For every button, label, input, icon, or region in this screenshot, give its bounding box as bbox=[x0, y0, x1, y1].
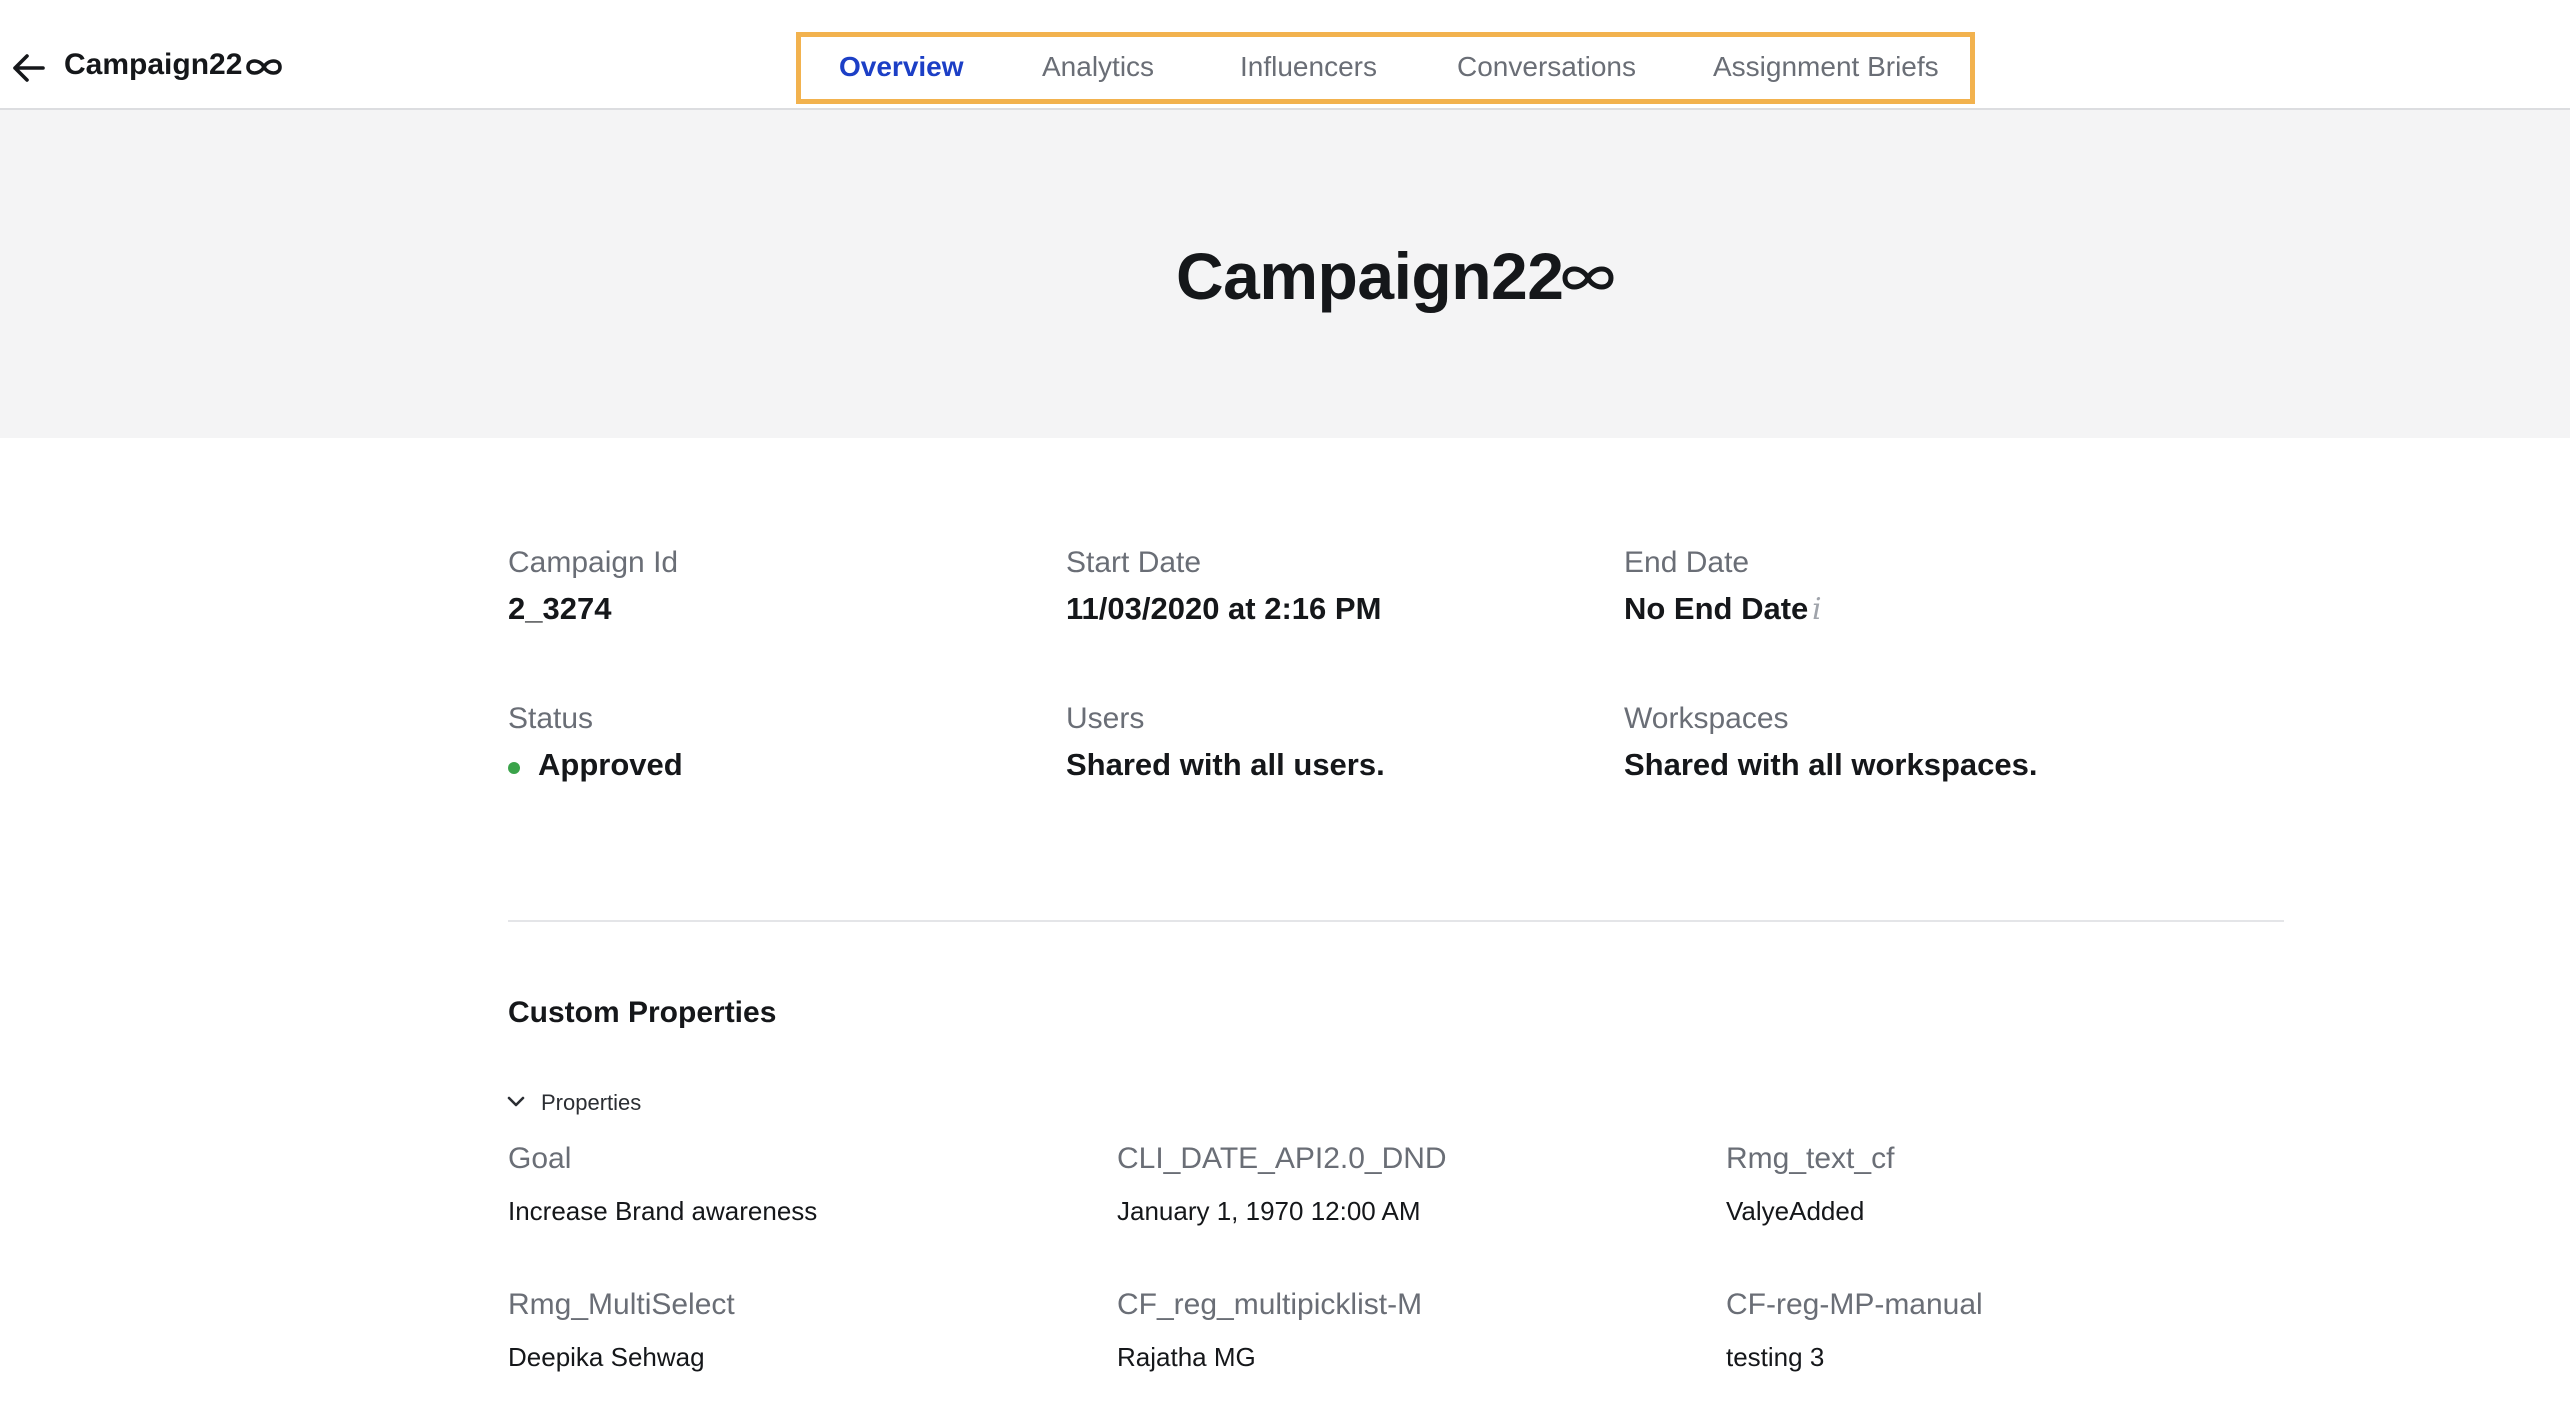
arrow-left-icon bbox=[13, 54, 45, 82]
start-date-value: 11/03/2020 at 2:16 PM bbox=[1066, 591, 1382, 626]
property-value: January 1, 1970 12:00 AM bbox=[1117, 1196, 1421, 1226]
section-divider bbox=[508, 920, 2284, 922]
end-date-label: End Date bbox=[1624, 546, 1750, 579]
property-label: CF-reg-MP-manual bbox=[1726, 1288, 1983, 1321]
properties-group-label: Properties bbox=[541, 1090, 642, 1115]
back-button[interactable] bbox=[10, 50, 46, 86]
end-date-value: No End Date bbox=[1624, 591, 1809, 626]
info-icon[interactable]: i bbox=[1812, 592, 1822, 627]
tab-overview[interactable]: Overview bbox=[839, 51, 964, 83]
property-value: Increase Brand awareness bbox=[508, 1196, 818, 1226]
hero-banner: Campaign22 bbox=[0, 110, 2570, 438]
campaign-id-value: 2_3274 bbox=[508, 591, 612, 626]
header-campaign-title: Campaign22 bbox=[64, 48, 243, 81]
tab-assignment-briefs[interactable]: Assignment Briefs bbox=[1713, 51, 1939, 83]
status-value: Approved bbox=[538, 747, 683, 782]
chevron-down-icon bbox=[507, 1096, 525, 1107]
property-value: ValyeAdded bbox=[1726, 1196, 1865, 1226]
workspaces-value: Shared with all workspaces. bbox=[1624, 747, 2038, 782]
property-label: Rmg_text_cf bbox=[1726, 1142, 1895, 1175]
campaign-id-label: Campaign Id bbox=[508, 546, 679, 579]
status-approved-dot bbox=[508, 762, 520, 774]
property-label: CLI_DATE_API2.0_DND bbox=[1117, 1142, 1447, 1175]
property-label: Rmg_MultiSelect bbox=[508, 1288, 735, 1321]
property-value: Deepika Sehwag bbox=[508, 1342, 705, 1372]
status-label: Status bbox=[508, 702, 594, 735]
custom-properties-title: Custom Properties bbox=[508, 996, 777, 1029]
property-label: CF_reg_multipicklist-M bbox=[1117, 1288, 1423, 1321]
tab-conversations[interactable]: Conversations bbox=[1457, 51, 1636, 83]
top-bar: Campaign22 Overview Analytics Influencer… bbox=[0, 0, 2570, 110]
property-value: testing 3 bbox=[1726, 1342, 1825, 1372]
tab-influencers[interactable]: Influencers bbox=[1240, 51, 1377, 83]
infinity-icon bbox=[246, 59, 282, 75]
users-label: Users bbox=[1066, 702, 1145, 735]
infinity-icon bbox=[1562, 266, 1614, 290]
page-title: Campaign22 bbox=[1176, 239, 1564, 313]
workspaces-label: Workspaces bbox=[1624, 702, 1789, 735]
tab-bar: Overview Analytics Influencers Conversat… bbox=[796, 32, 1975, 104]
users-value: Shared with all users. bbox=[1066, 747, 1385, 782]
tab-analytics[interactable]: Analytics bbox=[1042, 51, 1154, 83]
property-label: Goal bbox=[508, 1142, 572, 1175]
property-value: Rajatha MG bbox=[1117, 1342, 1256, 1372]
start-date-label: Start Date bbox=[1066, 546, 1202, 579]
